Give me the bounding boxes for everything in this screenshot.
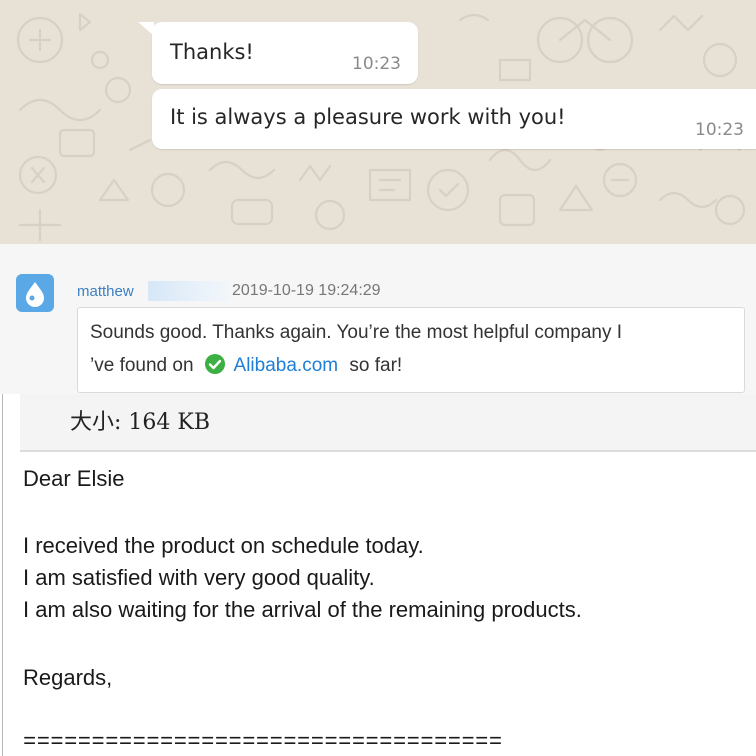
email-closing: Regards, [23,665,113,690]
attachment-size: 大小: 164 KB [70,410,210,435]
email-greeting: Dear Elsie [23,466,125,491]
blurred-name-redaction [148,281,230,301]
message-timestamp: 2019-10-19 19:24:29 [232,282,381,299]
incoming-message-bubble[interactable]: It is always a pleasure work with you! 1… [152,89,756,149]
message-text: It is always a pleasure work with you! [170,105,566,129]
avatar-drop-icon[interactable] [16,274,54,312]
message-text: ’ve found on [90,355,194,376]
message-line: ’ve found on Alibaba.com so far! [90,353,402,377]
message-time: 10:23 [352,54,401,74]
sender-name[interactable]: matthew [77,283,134,300]
message-bubble: Sounds good. Thanks again. You’re the mo… [77,307,745,393]
whatsapp-chat-panel: Thanks! 10:23 It is always a pleasure wo… [0,0,756,244]
divider [2,394,3,756]
message-time: 10:23 [695,120,744,140]
message-text: Thanks! [170,40,254,64]
email-panel: 大小: 164 KB Dear Elsie I received the pro… [0,394,756,756]
message-text: so far! [349,355,403,376]
email-body-line: I am satisfied with very good quality. [23,565,375,590]
email-body-line: I am also waiting for the arrival of the… [23,597,582,622]
email-separator: =================================== [23,730,503,755]
verified-check-icon [204,354,225,374]
message-line: Sounds good. Thanks again. You’re the mo… [90,322,623,343]
alibaba-chat-panel: matthew 2019-10-19 19:24:29 Sounds good.… [0,244,756,394]
incoming-message-bubble[interactable]: Thanks! 10:23 [152,22,418,84]
alibaba-link[interactable]: Alibaba.com [234,355,339,376]
email-body-line: I received the product on schedule today… [23,533,424,558]
screenshot-collage: Thanks! 10:23 It is always a pleasure wo… [0,0,756,756]
attachment-info-bar: 大小: 164 KB [20,394,756,452]
